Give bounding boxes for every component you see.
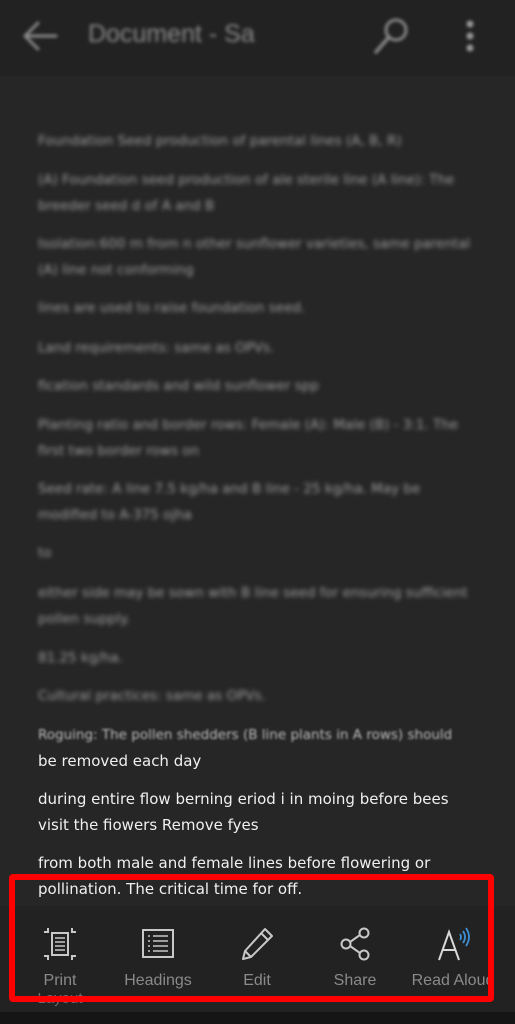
- read-aloud-button[interactable]: Read Aloud: [405, 926, 501, 1016]
- paragraph: Land requirements: same as OPVs.: [38, 340, 275, 356]
- paragraph: Roguing: The pollen shedders (B line pla…: [38, 727, 453, 743]
- system-bottom-strip: [0, 1012, 515, 1024]
- edit-label: Edit: [243, 972, 271, 989]
- paragraph: lines are used to raise foundation seed.: [38, 300, 306, 316]
- print-layout-icon: [44, 928, 76, 960]
- share-icon: [340, 927, 370, 961]
- share-button[interactable]: Share: [307, 926, 403, 1016]
- headings-label: Headings: [124, 972, 192, 989]
- paragraph: Planting ratio and border rows: Female (…: [38, 417, 459, 459]
- paragraph: be removed each day: [38, 752, 202, 770]
- print-layout-button[interactable]: Print Layout: [12, 926, 108, 1016]
- paragraph: fication standards and wild sunflower sp…: [38, 378, 319, 394]
- read-aloud-icon: [438, 927, 470, 961]
- paragraph: to: [38, 545, 52, 561]
- paragraph: from both male and female lines before f…: [38, 854, 431, 898]
- headings-button[interactable]: Headings: [110, 926, 206, 1016]
- edit-button[interactable]: Edit: [209, 926, 305, 1016]
- headings-icon: [142, 929, 174, 958]
- paragraph: Foundation Seed production of parental l…: [38, 133, 402, 149]
- document-body[interactable]: Foundation Seed production of parental l…: [0, 76, 515, 906]
- arrow-left-icon[interactable]: [20, 18, 60, 54]
- paragraph: either side may be sown with B line seed…: [38, 585, 468, 627]
- print-layout-label-line2: Layout: [37, 990, 83, 1007]
- paragraph: 81.25 kg/ha.: [38, 650, 123, 666]
- pencil-icon: [242, 928, 273, 960]
- paragraph: Isolation:600 m from n other sunflower v…: [38, 236, 471, 278]
- more-vertical-icon[interactable]: [458, 16, 482, 56]
- search-icon[interactable]: [370, 14, 414, 58]
- app-bar: Document - Sa: [0, 0, 515, 76]
- bottom-toolbar: Print Layout Headings Edit Share Read Al…: [0, 906, 515, 1024]
- paragraph: (A) Foundation seed production of ale st…: [38, 172, 455, 214]
- paragraph: Seed rate: A line 7.5 kg/ha and B line -…: [38, 481, 421, 523]
- read-aloud-label: Read Aloud: [411, 972, 495, 989]
- paragraph: Cultural practices: same as OPVs.: [38, 688, 266, 704]
- document-title: Document - Sa: [88, 20, 255, 48]
- share-label: Share: [333, 972, 377, 989]
- print-layout-label: Print: [43, 972, 77, 989]
- paragraph: during entire flow berning eriod i in mo…: [38, 790, 449, 834]
